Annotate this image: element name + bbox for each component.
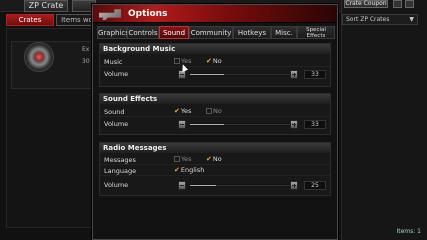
minus-icon[interactable] [178,181,186,190]
tab-sound[interactable]: Sound [159,26,189,39]
slider-track[interactable] [189,123,293,126]
checkbox-icon [174,58,180,64]
checkmark-icon: ✔ [206,155,212,163]
messages-row: Messages Yes ✔No [100,154,330,165]
dialog-titlebar[interactable]: Options [93,5,337,23]
checkbox-icon [174,156,180,162]
crate-icon [24,42,54,72]
music-volume-value: 33 [304,70,326,79]
slider-fill [190,124,224,125]
option-label: Yes [180,107,192,115]
option-label: No [213,107,222,115]
volume-label: Volume [104,120,129,128]
item-text-2: 30 [82,58,90,65]
checkmark-icon: ✔ [206,57,212,65]
right-top-button-2[interactable] [405,0,414,8]
messages-label: Messages [104,156,136,164]
zp-crate-button[interactable]: ZP Crate [24,0,68,12]
tab-hotkeys[interactable]: Hotkeys [233,26,271,39]
slider-track[interactable] [189,73,293,76]
section-background-music: Background Music Music Yes ✔No Volume 33 [99,43,331,87]
sound-volume-slider[interactable] [178,120,298,129]
dialog-title: Options [128,9,168,19]
options-tabs: Graphics Controls Sound Community Hotkey… [97,26,335,39]
slider-fill [190,74,224,75]
option-label: Yes [181,155,192,163]
plus-icon[interactable] [290,181,298,190]
section-header: Background Music [100,44,330,54]
checkbox-icon [206,108,212,114]
minus-icon[interactable] [178,120,186,129]
music-label: Music [104,58,123,66]
sound-volume-value: 33 [304,120,326,129]
radio-volume-slider[interactable] [178,181,298,190]
tab-controls[interactable]: Controls [127,26,159,39]
slider-fill [190,185,216,186]
sort-select[interactable]: Sort ZP Crates ▼ [342,14,418,25]
options-dialog: Options Graphics Controls Sound Communit… [92,4,338,240]
gun-icon [99,9,121,20]
crate-coupon-button[interactable]: Crate Coupon [344,0,388,8]
sound-no-option[interactable]: No [206,107,222,115]
section-header: Sound Effects [100,94,330,104]
sound-row: Sound ✔Yes No [100,106,330,117]
checkmark-icon: ✔ [174,166,180,174]
right-top-button-1[interactable] [393,0,402,8]
section-header: Radio Messages [100,143,330,153]
sort-label: Sort ZP Crates [346,16,390,23]
section-sound-effects: Sound Effects Sound ✔Yes No Volume 33 [99,93,331,135]
language-label: Language [104,167,137,175]
plus-icon[interactable] [290,70,298,79]
chevron-down-icon: ▼ [409,16,414,23]
slider-track[interactable] [189,184,293,187]
tab-graphics[interactable]: Graphics [97,26,129,39]
tab-special-effects[interactable]: Special Effects [297,26,335,39]
section-radio-messages: Radio Messages Messages Yes ✔No Language… [99,142,331,196]
tab-misc[interactable]: Misc. [271,26,297,39]
tab-community[interactable]: Community [189,26,233,39]
music-row: Music Yes ✔No [100,56,330,67]
items-count: Items: 1 [396,228,421,235]
item-text-1: Ex [82,46,90,53]
radio-volume-value: 25 [304,181,326,190]
sound-yes-option[interactable]: ✔Yes [174,107,191,115]
music-no-option[interactable]: ✔No [206,57,222,65]
messages-yes-option[interactable]: Yes [174,155,192,163]
volume-label: Volume [104,70,129,78]
checkmark-icon: ✔ [174,107,180,115]
music-volume-slider[interactable] [178,70,298,79]
option-label: No [212,57,222,65]
tab-crates[interactable]: Crates [6,14,54,26]
sound-label: Sound [104,108,125,116]
right-panel [341,0,427,240]
messages-no-option[interactable]: ✔No [206,155,222,163]
language-english-option[interactable]: ✔English [174,166,204,174]
option-label: English [180,166,205,174]
plus-icon[interactable] [290,120,298,129]
option-label: No [212,155,222,163]
language-row: Language ✔English [100,165,330,176]
volume-label: Volume [104,181,129,189]
